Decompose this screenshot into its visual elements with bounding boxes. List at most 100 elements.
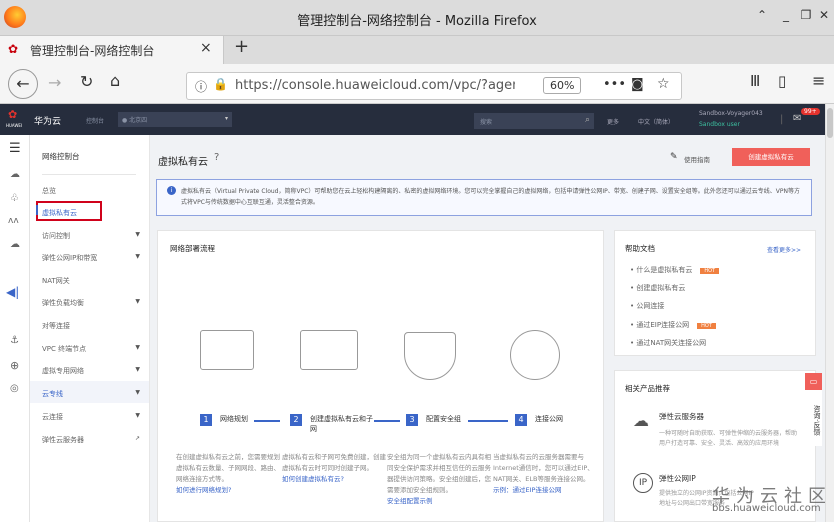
brand-name[interactable]: 华为云 [34,114,61,127]
language-select[interactable]: 中文（简体） [638,117,674,126]
sidebar-item-label: NAT网关 [42,277,70,285]
sidebar-item-vpn[interactable]: 虚拟专用网络 ▼ [42,366,140,376]
view-more-link[interactable]: 查看更多>> [767,245,801,254]
info-text: 虚拟私有云（Virtual Private Cloud，简称VPC）可帮助您在云… [181,188,800,206]
menu-icon[interactable]: ≡ [812,71,825,90]
sidebar-item-label: 虚拟私有云 [42,209,77,217]
chevron-down-icon: ▼ [135,298,140,305]
network-icon[interactable]: ʌʌ [8,216,19,226]
window-up-icon[interactable]: ⌃ [752,8,772,26]
search-input[interactable]: 搜索 ⌕ [474,113,594,129]
minimize-button[interactable]: _ [776,8,796,26]
browser-tab[interactable]: ✿ 管理控制台-网络控制台 × [0,36,224,64]
create-vpc-button[interactable]: 创建虚拟私有云 [732,148,810,166]
help-link[interactable]: • 通过NAT网关连接公网 [630,338,706,348]
region-label: 北京四 [129,117,148,124]
username[interactable]: Sandbox-Voyager043 [699,110,763,117]
cluster-icon[interactable]: ♧ [10,193,19,204]
security-group-example-link[interactable]: 安全组配置示例 [387,496,495,507]
chevron-down-icon: ▼ [135,344,140,351]
bookmark-star-icon[interactable]: ☆ [657,76,670,92]
sidebar-item-ecs[interactable]: 弹性云服务器 ↗ [42,435,140,445]
chevron-down-icon: ▼ [135,412,140,419]
help-link[interactable]: • 通过EIP连接公网 HOT [630,320,716,330]
circle-icon[interactable]: ◎ [10,383,19,394]
hamburger-menu-icon[interactable]: ☰ [9,141,21,156]
info-icon[interactable]: ⓘ [195,78,207,95]
step-label: 创建虚拟私有云和子网 [310,415,373,433]
search-icon[interactable]: ⌕ [585,115,590,125]
library-icon[interactable]: Ⅲ [750,72,760,90]
feedback-button[interactable]: 咨询·反馈 [805,390,822,446]
tab-close-button[interactable]: × [200,40,212,56]
maximize-button[interactable]: ❐ [796,8,816,26]
eip-example-link[interactable]: 示例：通过EIP连接公网 [493,485,601,496]
sidebar-item-vpcep[interactable]: VPC 终端节点 ▼ [42,344,140,354]
service-icon-rail: ☰ ☁ ♧ ʌʌ ☁ ◀| ⚓ ⊕ ◎ [0,135,30,522]
forward-button[interactable]: → [48,73,61,92]
back-button[interactable]: ← [8,69,38,99]
products-title: 相关产品推荐 [625,384,670,393]
feedback-icon[interactable]: ▭ [805,373,822,390]
watermark-url: bbs.huaweicloud.com [712,503,821,514]
product-name[interactable]: 弹性云服务器 [659,411,704,422]
flow-step-2: 2 创建虚拟私有云和子网 [290,414,380,434]
upload-icon[interactable]: ⚓ [10,335,19,346]
url-text[interactable]: https://console.huaweicloud.com/vpc/?age… [235,78,515,93]
sidebar-item-nat[interactable]: NAT网关 [42,276,140,286]
reload-button[interactable]: ↻ [80,72,93,91]
more-menu[interactable]: 更多 [607,117,619,126]
sidebar-item-cloud-connect[interactable]: 云连接 ▼ [42,412,140,422]
laptop-cloud-icon [300,330,358,370]
flow-step-3: 3 配置安全组 [406,414,461,426]
cloud-icon[interactable]: ☁ [10,169,20,180]
product-desc: 一种可随时自助获取、可弹性伸缩的云服务器，帮助用户打造可靠、安全、灵活、高效的应… [659,430,798,447]
create-vpc-link[interactable]: 如何创建虚拟私有云? [282,474,390,485]
page-scrollbar[interactable] [825,104,834,522]
globe-icon[interactable]: ⊕ [10,359,19,372]
help-link[interactable]: • 创建虚拟私有云 [630,283,685,293]
url-bar[interactable]: ⓘ 🔒 https://console.huaweicloud.com/vpc/… [186,72,682,100]
info-icon: i [167,186,176,195]
sidebar-toggle-icon[interactable]: ▯ [778,72,786,90]
window-titlebar: 管理控制台-网络控制台 - Mozilla Firefox ⌃ _ ❐ ✕ [0,0,834,36]
sidebar-item-label: 弹性云服务器 [42,436,84,444]
chevron-down-icon: ▼ [135,389,140,396]
pocket-icon[interactable]: ◙ [631,77,644,92]
hot-badge: HOT [700,268,720,274]
zoom-level[interactable]: 60% [543,77,582,94]
home-button[interactable]: ⌂ [110,71,120,90]
sidebar-item-vpc[interactable]: 虚拟私有云 [42,208,140,218]
console-header: ✿ HUAWEI 华为云 控制台 ● 北京四 ▾ 搜索 ⌕ 更多 中文（简体） … [0,104,825,135]
flow-step-1: 1 网络规划 [200,414,248,426]
step-description: 在创建虚拟私有云之前，您需要规划虚拟私有云数量、子网网段、路由、网络连接方式等。… [176,452,284,496]
scrollbar-thumb[interactable] [827,108,833,138]
help-link[interactable]: • 公网连接 [630,301,664,311]
sidebar-item-access-control[interactable]: 访问控制 ▼ [42,231,140,241]
sidebar-item-overview[interactable]: 总览 [42,186,140,196]
close-window-button[interactable]: ✕ [814,8,834,26]
chevron-down-icon: ▼ [135,366,140,373]
help-link[interactable]: • 什么是虚拟私有云 HOT [630,265,720,275]
sidebar-item-elb[interactable]: 弹性负载均衡 ▼ [42,298,140,308]
new-tab-button[interactable]: + [234,36,249,57]
chevron-down-icon: ▼ [135,231,140,238]
console-link[interactable]: 控制台 [86,116,104,125]
help-circle-icon[interactable]: ? [214,152,219,163]
mail-icon[interactable]: ✉ [793,113,801,124]
collapse-panel-icon[interactable]: ◀| [6,285,19,299]
page-actions-icon[interactable]: ••• [603,77,626,92]
region-select[interactable]: ● 北京四 ▾ [118,112,232,127]
sidebar-item-direct-connect[interactable]: 云专线 ▼ [42,389,140,399]
sidebar-item-label: 总览 [42,187,56,195]
sidebar-item-eip[interactable]: 弹性公网IP和带宽 ▼ [42,253,140,263]
chevron-down-icon: ▼ [135,253,140,260]
notification-badge: 99+ [801,108,820,115]
sidebar-item-peering[interactable]: 对等连接 [42,321,140,331]
step-description: 虚拟私有云和子网可免费创建，创建虚拟私有云时可同时创建子网。 如何创建虚拟私有云? [282,452,390,485]
network-planning-link[interactable]: 如何进行网络规划? [176,485,284,496]
user-guide-link[interactable]: 使用指南 [684,154,710,164]
search-placeholder: 搜索 [480,119,493,126]
product-name[interactable]: 弹性公网IP [659,473,696,484]
cloud-storage-icon[interactable]: ☁ [10,239,20,250]
